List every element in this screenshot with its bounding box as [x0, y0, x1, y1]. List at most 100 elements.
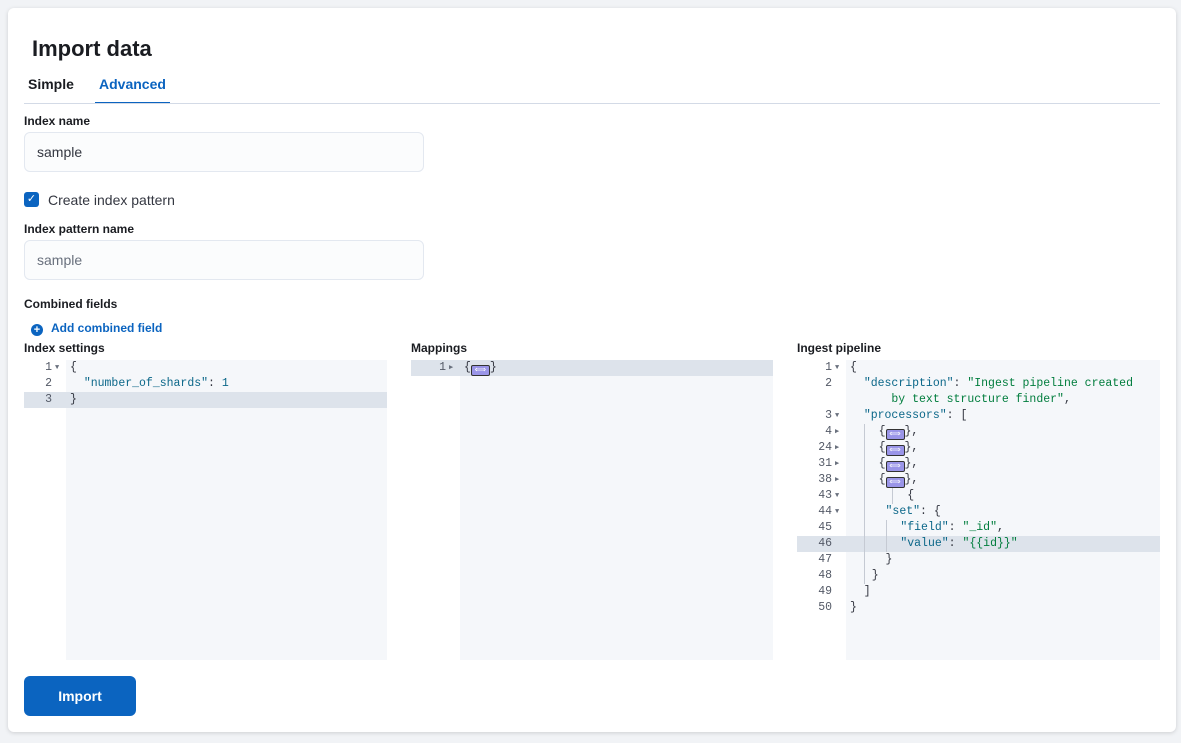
- fold-widget-icon[interactable]: ⟺: [470, 365, 490, 376]
- line-number: 31: [818, 457, 832, 470]
- code-token: },: [904, 441, 919, 454]
- line-number: 49: [818, 585, 832, 598]
- code-token: ,: [996, 521, 1004, 534]
- ingest-pipeline-label: Ingest pipeline: [797, 341, 882, 355]
- code-line: 1 ▼ {: [797, 360, 1160, 376]
- ingest-pipeline-editor[interactable]: 1 ▼{2 "description": "Ingest pipeline cre…: [797, 360, 1160, 660]
- line-gutter: [411, 360, 460, 660]
- code-line: 45 "field": "_id",: [797, 520, 1160, 536]
- fold-closed-icon[interactable]: ▶: [835, 424, 839, 440]
- fold-open-icon[interactable]: ▼: [835, 408, 839, 424]
- code-line: 48 }: [797, 568, 1160, 584]
- code-token: }: [489, 361, 497, 374]
- code-token: }: [864, 553, 893, 566]
- tab-simple[interactable]: Simple: [28, 76, 74, 104]
- line-number: 46: [818, 537, 832, 550]
- code-token: "value": [900, 537, 949, 550]
- code-line: 46 "value": "{{id}}": [797, 536, 1160, 552]
- code-line: 2 "number_of_shards": 1: [24, 376, 387, 392]
- import-button[interactable]: Import: [24, 676, 136, 716]
- code-line: 1 ▶ {⟺}: [411, 360, 773, 376]
- code-token: : {: [920, 505, 941, 518]
- fold-closed-icon[interactable]: ▶: [835, 440, 839, 456]
- line-number: 44: [818, 505, 832, 518]
- fold-closed-icon[interactable]: ▶: [449, 360, 453, 376]
- fold-widget-icon[interactable]: ⟺: [885, 477, 905, 488]
- code-line: 31 ▶ {⟺},: [797, 456, 1160, 472]
- code-token: {: [893, 489, 915, 502]
- add-combined-field-label: Add combined field: [51, 321, 163, 335]
- code-token: :: [948, 521, 963, 534]
- code-line: by text structure finder",: [797, 392, 1160, 408]
- index-pattern-name-input[interactable]: sample: [24, 240, 424, 280]
- index-pattern-name-label: Index pattern name: [24, 222, 135, 236]
- fold-closed-icon[interactable]: ▶: [835, 472, 839, 488]
- code-line: 49 ]: [797, 584, 1160, 600]
- code-line: 3 ▼ "processors": [: [797, 408, 1160, 424]
- code-token: "description": [863, 377, 954, 390]
- code-token: ]: [850, 585, 871, 598]
- code-token: :: [208, 377, 222, 390]
- line-number: 1: [825, 361, 832, 374]
- code-line: 1 ▼ {: [24, 360, 387, 376]
- tabs-divider: [24, 103, 1160, 104]
- code-line: 43 ▼ {: [797, 488, 1160, 504]
- code-token: }: [70, 393, 77, 406]
- line-number: 1: [45, 361, 52, 374]
- code-token: {: [864, 425, 886, 438]
- code-token: :: [953, 377, 968, 390]
- code-line: 44 ▼ "set": {: [797, 504, 1160, 520]
- code-token: {: [850, 361, 857, 374]
- create-index-pattern-checkbox[interactable]: ✓: [24, 192, 39, 207]
- index-name-label: Index name: [24, 114, 91, 128]
- code-line: 3}: [24, 392, 387, 408]
- index-settings-label: Index settings: [24, 341, 105, 355]
- fold-widget-icon[interactable]: ⟺: [885, 461, 905, 472]
- line-number: 24: [818, 441, 832, 454]
- fold-open-icon[interactable]: ▼: [835, 360, 839, 376]
- fold-widget-icon[interactable]: ⟺: [885, 445, 905, 456]
- page-title: Import data: [32, 36, 152, 61]
- code-token: "set": [885, 505, 921, 518]
- code-token: :: [948, 537, 963, 550]
- code-token: : [: [946, 409, 968, 422]
- code-token: "_id": [962, 521, 997, 534]
- line-number: 43: [818, 489, 832, 502]
- add-combined-field-button[interactable]: + Add combined field: [31, 321, 162, 336]
- code-token: ,: [1063, 393, 1071, 406]
- code-line: 24 ▶ {⟺},: [797, 440, 1160, 456]
- line-number: 4: [825, 425, 832, 438]
- fold-closed-icon[interactable]: ▶: [835, 456, 839, 472]
- tab-advanced[interactable]: Advanced: [95, 76, 170, 104]
- index-name-input[interactable]: sample: [24, 132, 424, 172]
- fold-open-icon[interactable]: ▼: [55, 360, 59, 376]
- code-token: "processors": [863, 409, 947, 422]
- code-token: {: [864, 473, 886, 486]
- code-token: {: [70, 361, 77, 374]
- code-token: "field": [900, 521, 949, 534]
- index-settings-editor[interactable]: 1 ▼{2 "number_of_shards": 1 3}: [24, 360, 387, 660]
- code-token: }: [850, 601, 857, 614]
- code-token: {: [864, 441, 886, 454]
- code-token: },: [904, 473, 919, 486]
- create-index-pattern-label[interactable]: Create index pattern: [48, 192, 175, 208]
- code-token: {: [464, 361, 471, 374]
- fold-open-icon[interactable]: ▼: [835, 504, 839, 520]
- code-line: 50}: [797, 600, 1160, 616]
- mappings-editor[interactable]: 1 ▶ {⟺}: [411, 360, 773, 660]
- code-token: }: [864, 569, 879, 582]
- fold-open-icon[interactable]: ▼: [835, 488, 839, 504]
- fold-widget-icon[interactable]: ⟺: [885, 429, 905, 440]
- code-token: },: [904, 425, 919, 438]
- code-token: 1: [221, 377, 229, 390]
